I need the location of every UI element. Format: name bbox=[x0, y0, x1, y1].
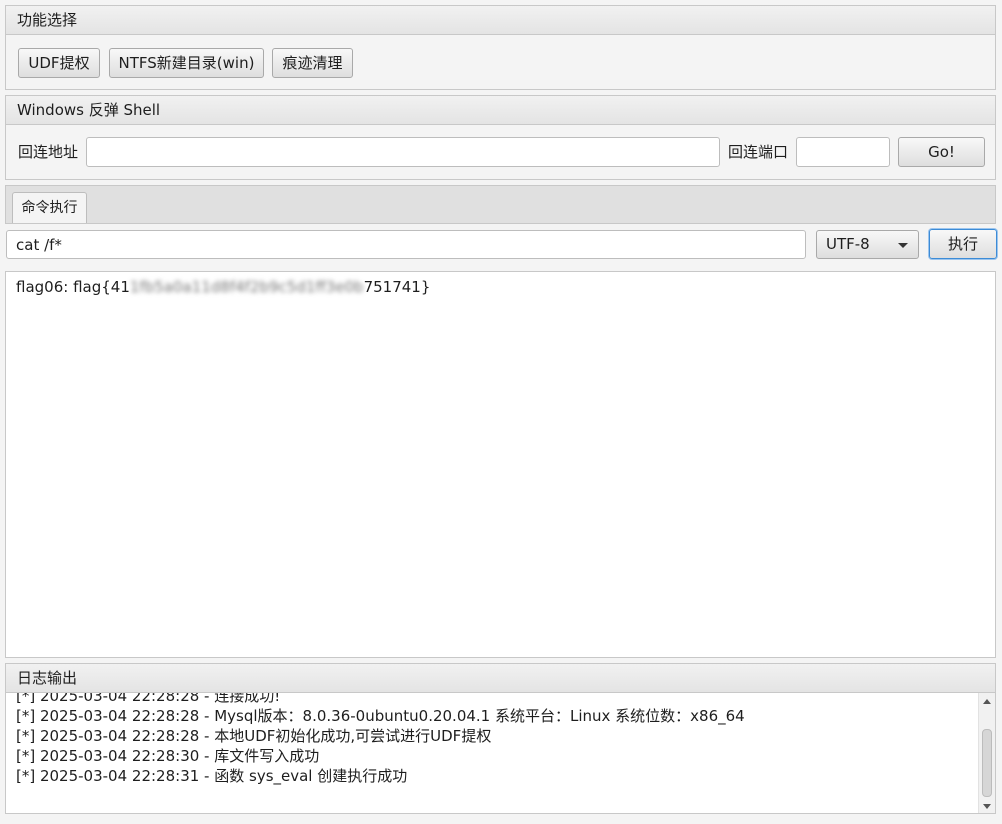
scroll-up-arrow-icon[interactable] bbox=[983, 699, 991, 704]
command-output-area[interactable]: flag06: flag{411fb5a0a11d8f4f2b9c5d1ff3e… bbox=[5, 271, 996, 658]
log-panel: 日志输出 [*] 2025-03-04 22:28:28 - 连接成功! [*]… bbox=[5, 663, 996, 814]
log-lines: [*] 2025-03-04 22:28:28 - 连接成功! [*] 2025… bbox=[16, 693, 745, 786]
reverse-shell-panel: Windows 反弹 Shell 回连地址 回连端口 Go! bbox=[5, 95, 996, 180]
log-line: [*] 2025-03-04 22:28:28 - 连接成功! bbox=[16, 693, 281, 705]
log-scrollbar[interactable] bbox=[978, 693, 995, 813]
scrollbar-thumb[interactable] bbox=[982, 729, 992, 797]
go-button[interactable]: Go! bbox=[898, 137, 985, 167]
command-input[interactable] bbox=[6, 230, 806, 259]
address-label: 回连地址 bbox=[18, 143, 79, 161]
output-text-suffix: 751741} bbox=[363, 278, 431, 296]
function-panel-title: 功能选择 bbox=[6, 6, 995, 35]
log-line: [*] 2025-03-04 22:28:31 - 函数 sys_eval 创建… bbox=[16, 767, 408, 785]
function-panel: 功能选择 UDF提权 NTFS新建目录(win) 痕迹清理 bbox=[5, 5, 996, 90]
dropdown-arrow-icon bbox=[898, 243, 908, 248]
address-input[interactable] bbox=[86, 137, 720, 167]
port-label: 回连端口 bbox=[728, 143, 789, 161]
execute-button[interactable]: 执行 bbox=[929, 229, 997, 259]
output-text-prefix: flag06: flag{41 bbox=[16, 278, 130, 296]
log-line: [*] 2025-03-04 22:28:28 - Mysql版本：8.0.36… bbox=[16, 707, 745, 725]
udf-privilege-button[interactable]: UDF提权 bbox=[18, 48, 100, 78]
command-tab-bar bbox=[5, 185, 996, 223]
port-input[interactable] bbox=[796, 137, 890, 167]
tab-command-execution[interactable]: 命令执行 bbox=[12, 192, 87, 224]
ntfs-new-directory-button[interactable]: NTFS新建目录(win) bbox=[109, 48, 264, 78]
tab-command-execution-label: 命令执行 bbox=[21, 200, 78, 216]
scroll-down-arrow-icon[interactable] bbox=[983, 804, 991, 809]
reverse-shell-title: Windows 反弹 Shell bbox=[6, 96, 995, 125]
log-panel-title: 日志输出 bbox=[6, 664, 995, 693]
tab-bar-divider bbox=[5, 223, 996, 224]
log-line: [*] 2025-03-04 22:28:28 - 本地UDF初始化成功,可尝试… bbox=[16, 727, 492, 745]
encoding-select[interactable]: UTF-8 bbox=[816, 230, 919, 259]
trace-cleanup-button[interactable]: 痕迹清理 bbox=[272, 48, 353, 78]
log-output-area[interactable]: [*] 2025-03-04 22:28:28 - 连接成功! [*] 2025… bbox=[6, 693, 995, 813]
log-line: [*] 2025-03-04 22:28:30 - 库文件写入成功 bbox=[16, 747, 320, 765]
encoding-value: UTF-8 bbox=[826, 235, 870, 253]
output-text-redacted: 1fb5a0a11d8f4f2b9c5d1ff3e0b bbox=[129, 278, 364, 296]
